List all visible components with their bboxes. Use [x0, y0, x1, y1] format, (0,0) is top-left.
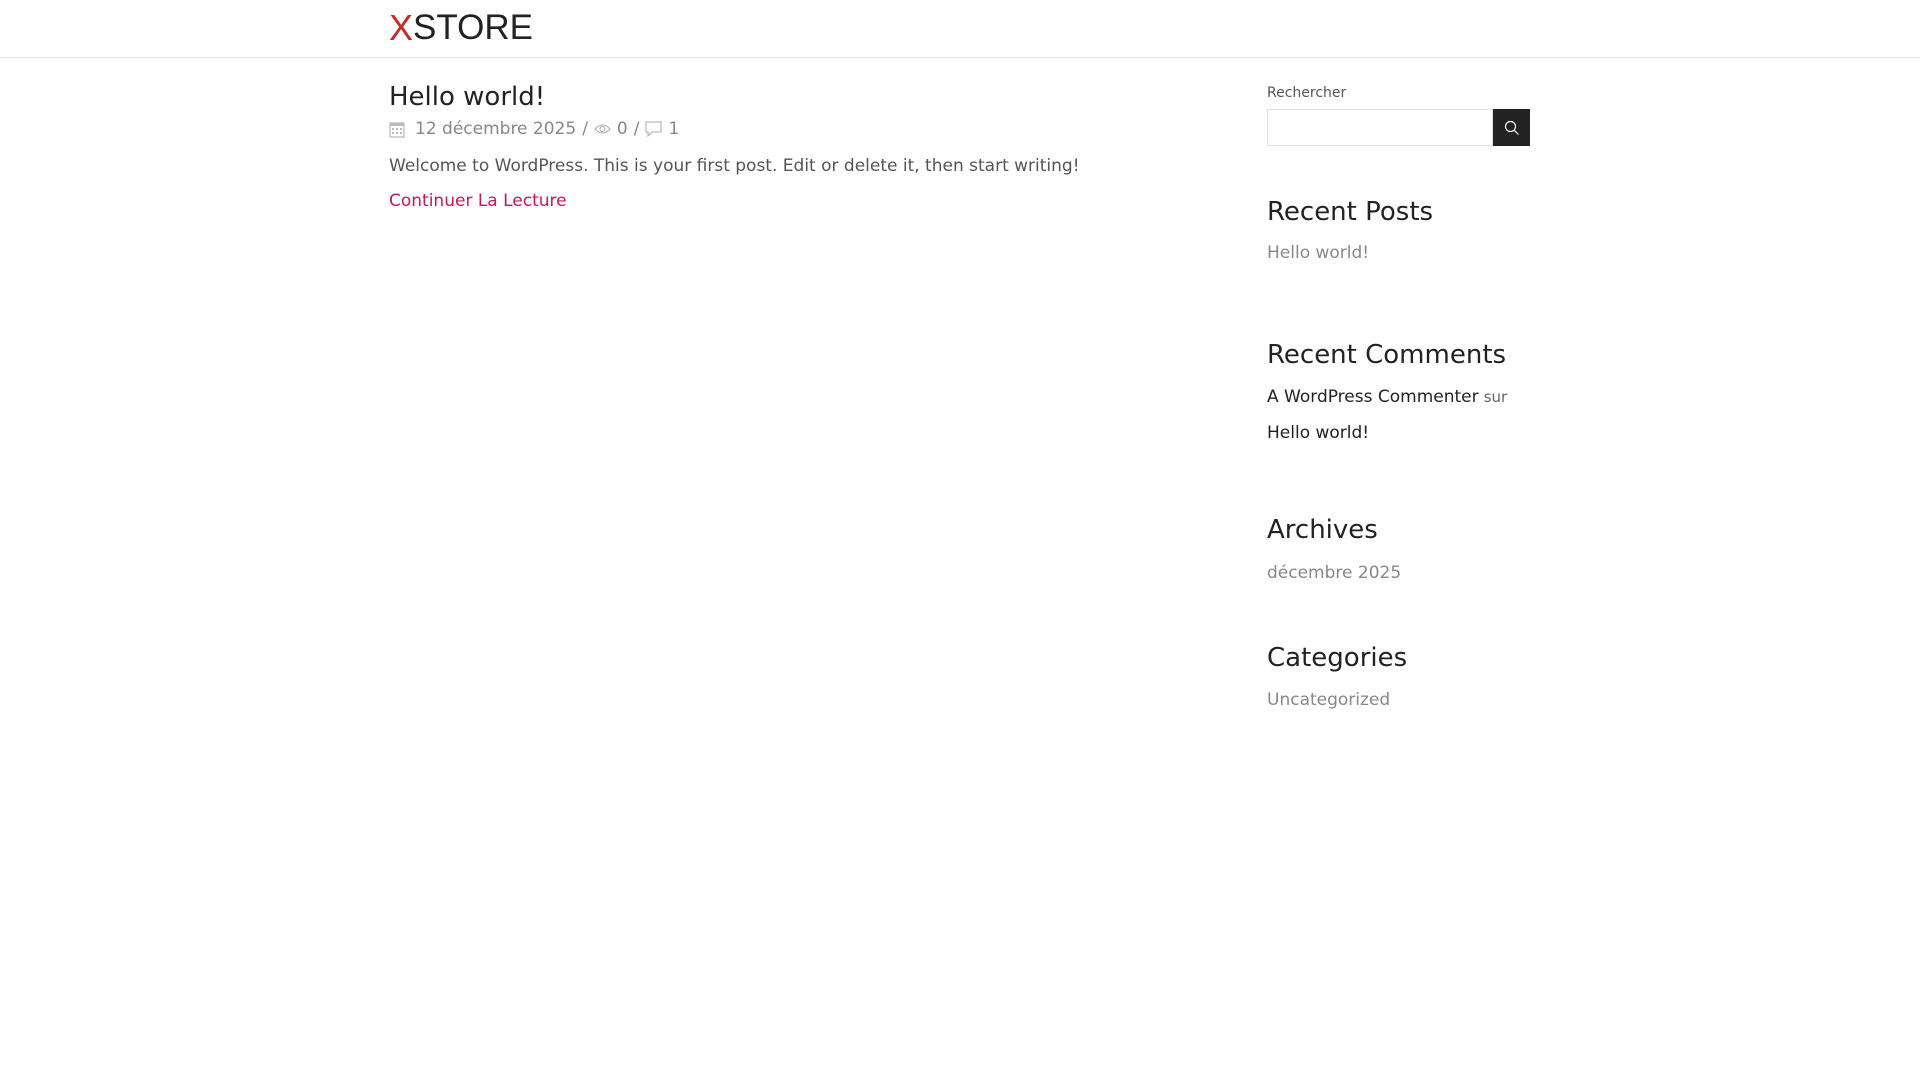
search-label: Rechercher	[1267, 85, 1347, 101]
meta-separator: /	[582, 119, 588, 139]
calendar-icon	[389, 122, 405, 137]
meta-separator: /	[633, 119, 640, 139]
post-meta: 12 décembre 2025 / 0 / 1	[389, 119, 679, 139]
eye-icon	[594, 124, 611, 134]
post-date[interactable]: 12 décembre 2025	[415, 119, 576, 139]
archive-link[interactable]: décembre 2025	[1267, 563, 1401, 583]
read-more-link[interactable]: Continuer La Lecture	[389, 191, 567, 211]
recent-post-link[interactable]: Hello world!	[1267, 243, 1369, 263]
search-input[interactable]	[1267, 109, 1493, 146]
category-link[interactable]: Uncategorized	[1267, 690, 1390, 710]
comment-icon	[645, 121, 662, 137]
search-icon	[1504, 120, 1519, 135]
comment-on-text: sur	[1483, 388, 1508, 406]
post-title[interactable]: Hello world!	[389, 82, 545, 112]
comment-post-link[interactable]: Hello world!	[1267, 423, 1369, 443]
post-comments-count[interactable]: 1	[668, 119, 679, 139]
categories-title: Categories	[1267, 643, 1408, 673]
comment-author-link[interactable]: A WordPress Commenter	[1267, 387, 1479, 407]
recent-posts-title: Recent Posts	[1267, 197, 1434, 227]
site-logo[interactable]: X STORE	[389, 7, 533, 48]
site-header: X STORE	[0, 0, 1920, 58]
logo-text: STORE	[413, 8, 533, 47]
search-button[interactable]	[1493, 109, 1530, 146]
archives-title: Archives	[1267, 515, 1378, 545]
post-excerpt: Welcome to WordPress. This is your first…	[389, 156, 1080, 176]
logo-mark: X	[389, 7, 413, 48]
post-views: 0	[616, 119, 628, 139]
recent-comments-title: Recent Comments	[1267, 340, 1507, 370]
recent-comment: A WordPress Commenter sur	[1267, 387, 1507, 407]
